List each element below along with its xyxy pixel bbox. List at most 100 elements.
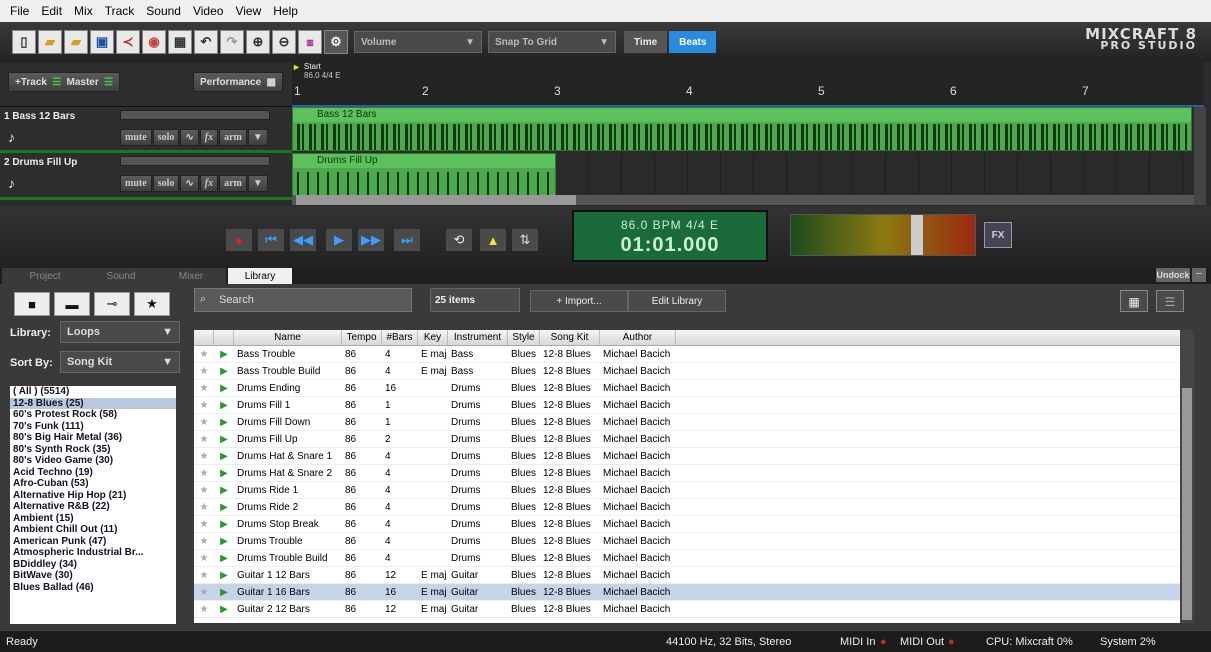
table-row[interactable]: ★ ▶ Guitar 2 12 Bars 86 12 E maj Guitar Blues 12…	[194, 601, 1180, 618]
favorite-star-icon[interactable]: ★	[194, 431, 214, 447]
new-file-icon[interactable]: ▯	[12, 30, 36, 54]
list-item[interactable]: BitWave (30)	[10, 570, 176, 582]
menu-sound[interactable]: Sound	[140, 4, 187, 18]
tab-sound[interactable]: Sound	[86, 268, 156, 284]
track-header-drums[interactable]: 2 Drums Fill Up ♪ mute solo ∿ fx arm ▼	[0, 153, 292, 200]
favorite-star-icon[interactable]: ★	[194, 380, 214, 396]
preview-play-icon[interactable]: ▶	[214, 380, 234, 396]
go-to-start-icon[interactable]: ⏮	[258, 229, 284, 251]
favorite-star-icon[interactable]: ★	[194, 448, 214, 464]
sync-icon[interactable]: ⇅	[512, 229, 538, 251]
table-row[interactable]: ★ ▶ Guitar 1 12 Bars 86 12 E maj Guitar Blues 12…	[194, 567, 1180, 584]
tab-mixer[interactable]: Mixer	[156, 268, 226, 284]
column-header[interactable]: Author	[600, 330, 676, 345]
preview-play-icon[interactable]: ▶	[214, 363, 234, 379]
add-track-button[interactable]: +Track ☰ Master ☰	[8, 72, 120, 92]
table-scrollbar[interactable]	[1180, 330, 1194, 623]
table-row[interactable]: ★ ▶ Drums Fill Down 86 1 Drums Blues 12-8 Blues…	[194, 414, 1180, 431]
list-item[interactable]: Alternative Hip Hop (21)	[10, 490, 176, 502]
rewind-icon[interactable]: ◀◀	[290, 229, 316, 251]
import-button[interactable]: + Import...	[530, 290, 628, 312]
play-icon[interactable]: ▶	[326, 229, 352, 251]
search-input[interactable]: ⌕ Search	[194, 288, 412, 312]
menu-help[interactable]: Help	[267, 4, 304, 18]
zoom-out-icon[interactable]: ⊖	[272, 30, 296, 54]
fx-button[interactable]: fx	[199, 129, 219, 146]
list-item[interactable]: BDiddley (34)	[10, 559, 176, 571]
vertical-scrollbar[interactable]	[1194, 107, 1206, 205]
timeline-ruler[interactable]: ► Start 86.0 4/4 E 1 2 3 4 5 6 7	[292, 62, 1204, 107]
list-item[interactable]: 80's Video Game (30)	[10, 455, 176, 467]
save-icon[interactable]: ▣	[90, 30, 114, 54]
table-row[interactable]: ★ ▶ Drums Hat & Snare 1 86 4 Drums Blues 12-8 B…	[194, 448, 1180, 465]
track-header-bass[interactable]: 1 Bass 12 Bars ♪ mute solo ∿ fx arm ▼	[0, 107, 292, 153]
column-header[interactable]: Instrument	[448, 330, 508, 345]
list-item[interactable]: Alternative R&B (22)	[10, 501, 176, 513]
loop-icon[interactable]: ⟲	[446, 229, 472, 251]
table-row[interactable]: ★ ▶ Drums Trouble 86 4 Drums Blues 12-8 Blues Mi…	[194, 533, 1180, 550]
performance-button[interactable]: Performance ▦	[193, 72, 283, 92]
time-display[interactable]: 86.0 BPM 4/4 E 01:01.000	[572, 210, 768, 262]
list-item[interactable]: Ambient Chill Out (11)	[10, 524, 176, 536]
favorite-star-icon[interactable]: ★	[194, 550, 214, 566]
open-folder-icon[interactable]: ▰	[38, 30, 62, 54]
burn-cd-icon[interactable]: ◉	[142, 30, 166, 54]
preview-play-icon[interactable]: ▶	[214, 601, 234, 617]
preview-play-icon[interactable]: ▶	[214, 397, 234, 413]
arm-button[interactable]: arm	[219, 175, 247, 192]
audio-clip-bass[interactable]: Bass 12 Bars	[292, 107, 1192, 151]
scroll-thumb[interactable]	[296, 195, 576, 205]
sortby-dropdown[interactable]: Song Kit ▼	[60, 351, 180, 373]
grid-view-icon[interactable]: ▦	[1120, 290, 1148, 312]
list-item[interactable]: American Punk (47)	[10, 536, 176, 548]
fx-button[interactable]: fx	[199, 175, 219, 192]
star-icon[interactable]: ★	[134, 292, 170, 316]
horizontal-scrollbar[interactable]	[292, 195, 1204, 205]
list-item[interactable]: Atmospheric Industrial Br...	[10, 547, 176, 559]
preview-play-icon[interactable]: ▶	[214, 414, 234, 430]
snap-select[interactable]: Snap To Grid ▼	[488, 31, 616, 53]
import-icon[interactable]: ▰	[64, 30, 88, 54]
table-row[interactable]: ★ ▶ Drums Trouble Build 86 4 Drums Blues 12-8 B…	[194, 550, 1180, 567]
column-header[interactable]: Song Kit	[540, 330, 600, 345]
go-to-end-icon[interactable]: ⏭	[394, 229, 420, 251]
menu-edit[interactable]: Edit	[35, 4, 68, 18]
time-tab[interactable]: Time	[624, 31, 668, 53]
list-item[interactable]: 60's Protest Rock (58)	[10, 409, 176, 421]
table-row[interactable]: ★ ▶ Drums Hat & Snare 2 86 4 Drums Blues 12-8 B…	[194, 465, 1180, 482]
table-row[interactable]: ★ ▶ Guitar 1 16 Bars 86 16 E maj Guitar Blues 12…	[194, 584, 1180, 601]
column-header[interactable]: Name	[234, 330, 342, 345]
metronome-icon[interactable]: ▲	[480, 229, 506, 251]
list-item[interactable]: Acid Techno (19)	[10, 467, 176, 479]
preview-play-icon[interactable]: ▶	[214, 448, 234, 464]
table-row[interactable]: ★ ▶ Drums Fill Up 86 2 Drums Blues 12-8 Blues Mi…	[194, 431, 1180, 448]
favorite-star-icon[interactable]: ★	[194, 601, 214, 617]
favorite-star-icon[interactable]: ★	[194, 465, 214, 481]
mute-button[interactable]: mute	[120, 129, 152, 146]
preview-play-icon[interactable]: ▶	[214, 584, 234, 600]
favorite-star-icon[interactable]: ★	[194, 363, 214, 379]
settings-gear-icon[interactable]: ⚙	[324, 30, 348, 54]
mute-button[interactable]: mute	[120, 175, 152, 192]
category-list[interactable]: ( All ) (5514) 12-8 Blues (25) 60's Prot…	[10, 386, 176, 624]
chevron-down-icon[interactable]: ▼	[247, 129, 268, 146]
share-icon[interactable]: ≺	[116, 30, 140, 54]
tab-project[interactable]: Project	[2, 268, 88, 284]
menu-view[interactable]: View	[229, 4, 267, 18]
list-view-icon[interactable]: ☰	[1156, 290, 1184, 312]
minimize-icon[interactable]: –	[1192, 268, 1206, 282]
menu-track[interactable]: Track	[99, 4, 141, 18]
library-dropdown[interactable]: Loops ▼	[60, 321, 180, 343]
network-icon[interactable]: ⊸	[94, 292, 130, 316]
preview-play-icon[interactable]: ▶	[214, 431, 234, 447]
video-icon[interactable]: ▦	[168, 30, 192, 54]
list-item[interactable]: 70's Funk (111)	[10, 421, 176, 433]
master-volume-meter[interactable]	[790, 214, 976, 256]
list-item[interactable]: 80's Big Hair Metal (36)	[10, 432, 176, 444]
automation-icon[interactable]: ∿	[180, 175, 199, 192]
record-icon[interactable]: ●	[226, 229, 252, 251]
preview-play-icon[interactable]: ▶	[214, 516, 234, 532]
preview-play-icon[interactable]: ▶	[214, 482, 234, 498]
favorite-star-icon[interactable]: ★	[194, 533, 214, 549]
favorite-star-icon[interactable]: ★	[194, 482, 214, 498]
